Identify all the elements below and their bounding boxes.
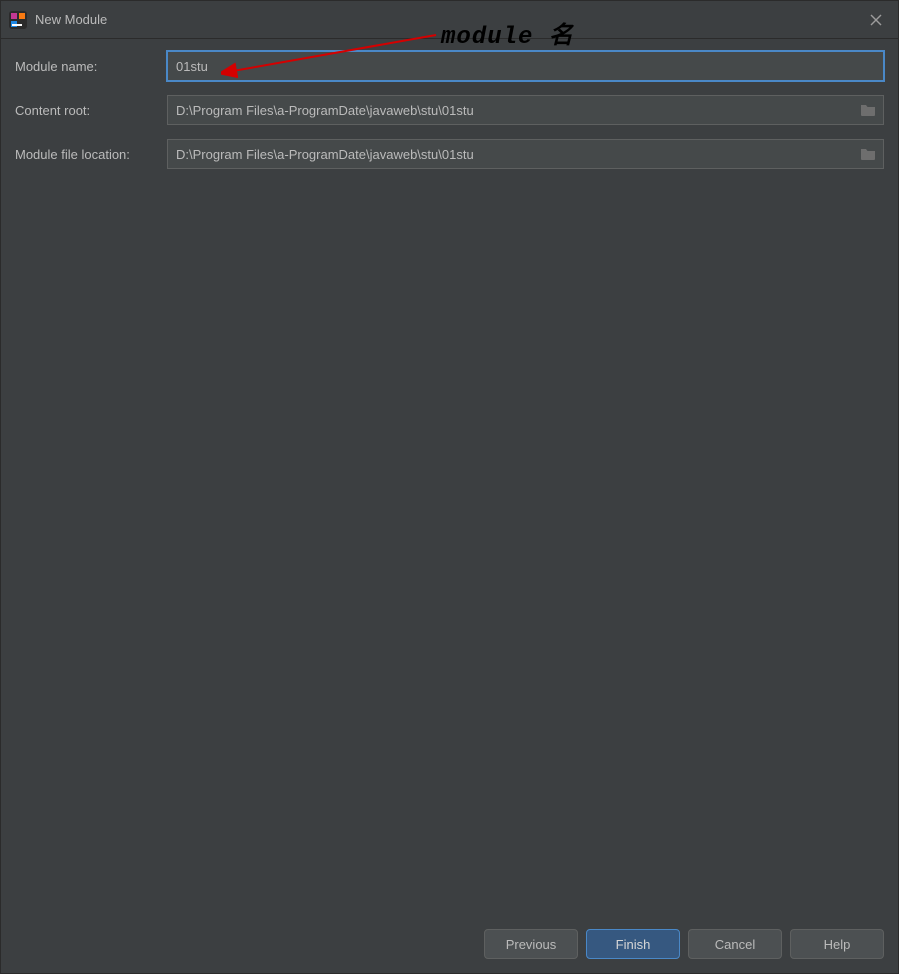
app-icon xyxy=(9,11,27,29)
input-module-file-location[interactable] xyxy=(167,139,884,169)
close-icon xyxy=(870,14,882,26)
folder-icon xyxy=(860,103,876,117)
input-content-root[interactable] xyxy=(167,95,884,125)
close-button[interactable] xyxy=(862,6,890,34)
browse-module-file-location-button[interactable] xyxy=(860,147,876,161)
field-wrap-module-name xyxy=(167,51,884,81)
folder-icon xyxy=(860,147,876,161)
row-module-file-location: Module file location: xyxy=(15,139,884,169)
input-module-name[interactable] xyxy=(167,51,884,81)
label-module-name: Module name: xyxy=(15,59,167,74)
annotation-label: module 名 xyxy=(441,15,574,51)
help-button[interactable]: Help xyxy=(790,929,884,959)
finish-button[interactable]: Finish xyxy=(586,929,680,959)
dialog-button-bar: Previous Finish Cancel Help xyxy=(484,929,884,959)
row-content-root: Content root: xyxy=(15,95,884,125)
window-title: New Module xyxy=(35,12,107,27)
field-wrap-module-file-location xyxy=(167,139,884,169)
label-content-root: Content root: xyxy=(15,103,167,118)
row-module-name: Module name: xyxy=(15,51,884,81)
cancel-button[interactable]: Cancel xyxy=(688,929,782,959)
browse-content-root-button[interactable] xyxy=(860,103,876,117)
label-module-file-location: Module file location: xyxy=(15,147,167,162)
dialog-content: Module name: Content root: Module file l… xyxy=(1,39,898,195)
previous-button[interactable]: Previous xyxy=(484,929,578,959)
field-wrap-content-root xyxy=(167,95,884,125)
